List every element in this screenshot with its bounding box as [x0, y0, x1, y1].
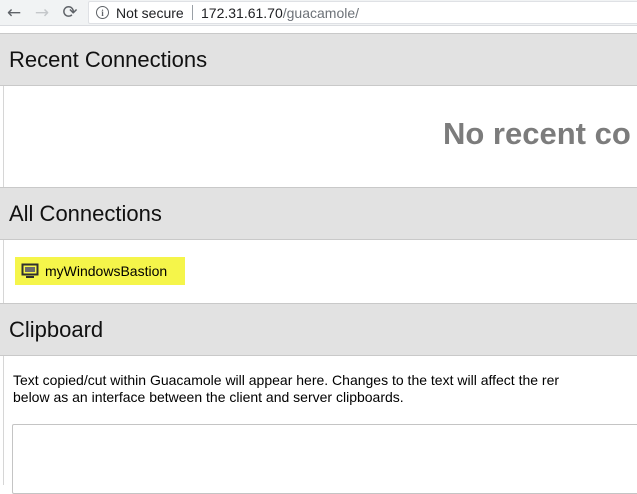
reload-icon[interactable]: ⟳ [60, 3, 80, 23]
address-divider [192, 5, 193, 20]
recent-connections-title: Recent Connections [9, 46, 208, 72]
connection-name: myWindowsBastion [45, 263, 168, 279]
clipboard-description-line: Text copied/cut within Guacamole will ap… [13, 372, 560, 388]
guacamole-home: Recent Connections No recent co All Conn… [0, 30, 637, 494]
info-icon[interactable]: i [96, 6, 109, 19]
monitor-icon [21, 263, 39, 278]
security-status[interactable]: Not secure [116, 5, 184, 21]
recent-connections-header: Recent Connections [0, 33, 637, 86]
clipboard-title: Clipboard [9, 316, 104, 342]
url-host: 172.31.61.70 [201, 5, 283, 21]
clipboard-header: Clipboard [0, 303, 637, 356]
back-arrow-icon[interactable]: ← [4, 3, 24, 23]
left-border [3, 86, 4, 187]
clipboard-textarea[interactable] [12, 424, 637, 494]
left-border [3, 356, 4, 485]
clipboard-description: Text copied/cut within Guacamole will ap… [13, 372, 637, 406]
connection-item-mywindowsbastion[interactable]: myWindowsBastion [15, 257, 185, 285]
clipboard-description-line: below as an interface between the client… [13, 389, 404, 405]
address-bar[interactable]: i Not secure 172.31.61.70/guacamole/ [88, 1, 637, 24]
all-connections-header: All Connections [0, 187, 637, 240]
url-path: /guacamole/ [282, 5, 360, 21]
no-recent-connections-message: No recent co [443, 116, 631, 151]
url-text[interactable]: 172.31.61.70/guacamole/ [201, 5, 359, 21]
forward-arrow-icon[interactable]: → [32, 3, 52, 23]
browser-toolbar: ← → ⟳ i Not secure 172.31.61.70/guacamol… [0, 0, 637, 26]
left-border [3, 240, 4, 303]
all-connections-title: All Connections [9, 200, 162, 226]
